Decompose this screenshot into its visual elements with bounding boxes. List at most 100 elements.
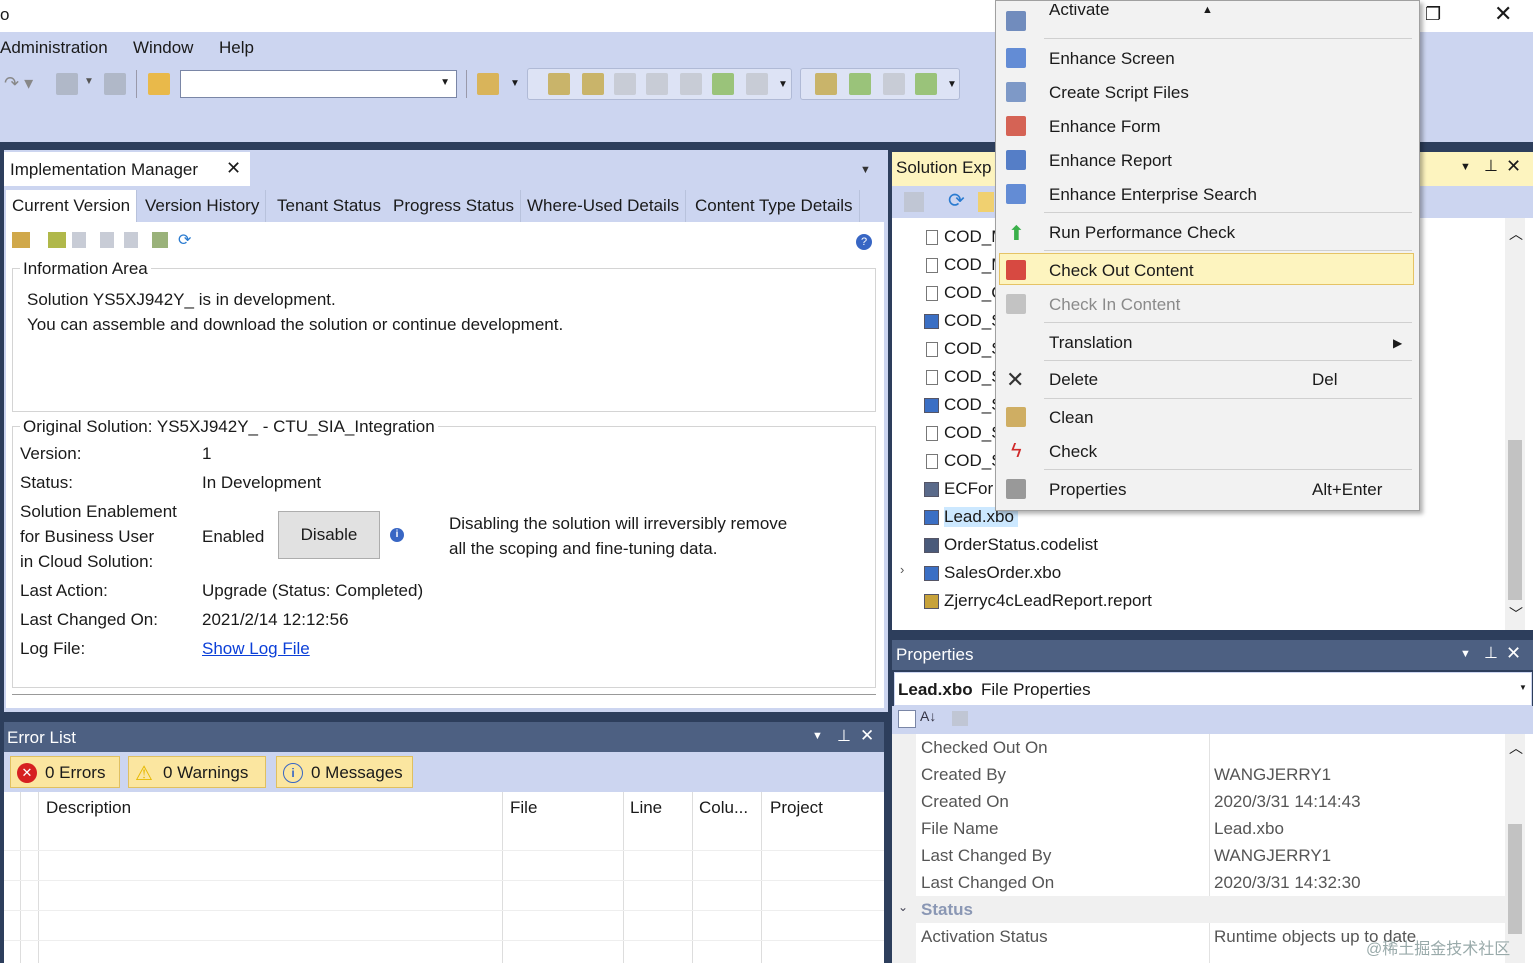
tree-item[interactable]: COD_S: [924, 311, 1003, 331]
pin-icon[interactable]: ⊥: [837, 726, 851, 746]
dropdown-icon[interactable]: ▼: [1460, 161, 1471, 173]
dropdown-icon[interactable]: ▼: [1460, 648, 1471, 660]
panel-dropdown-icon[interactable]: ▼: [860, 164, 871, 176]
context-menu-item[interactable]: Enhance Enterprise Search: [1049, 185, 1257, 205]
context-menu-item[interactable]: Check Out Content: [1049, 261, 1194, 281]
refresh-icon[interactable]: ⟳: [948, 188, 965, 213]
tree-item[interactable]: COD_S: [926, 451, 1003, 471]
messages-filter[interactable]: i 0 Messages: [276, 756, 413, 788]
close-window-icon[interactable]: ✕: [1494, 1, 1512, 27]
search-combo[interactable]: ▼: [180, 70, 457, 98]
open-folder-icon[interactable]: [148, 73, 170, 95]
scrollbar-thumb[interactable]: [1508, 824, 1522, 934]
context-menu-item[interactable]: Create Script Files: [1049, 83, 1189, 103]
pin-icon[interactable]: ⊥: [1484, 643, 1498, 663]
save-all-icon[interactable]: [104, 73, 126, 95]
expand-arrow-icon[interactable]: ›: [900, 562, 904, 577]
close-icon[interactable]: ✕: [1506, 156, 1521, 177]
show-log-file-link[interactable]: Show Log File: [202, 639, 310, 659]
property-name[interactable]: Checked Out On: [921, 738, 1048, 758]
disabled-icon[interactable]: [72, 232, 86, 248]
help-icon[interactable]: ?: [856, 234, 872, 250]
property-name[interactable]: File Name: [921, 819, 998, 839]
context-menu-item[interactable]: Check: [1049, 442, 1097, 462]
property-value[interactable]: 2020/3/31 14:32:30: [1214, 873, 1361, 893]
download-icon[interactable]: [48, 232, 66, 248]
scroll-up-icon[interactable]: ▲: [1202, 4, 1213, 16]
properties-object-selector[interactable]: Lead.xbo File Properties ▼: [894, 672, 1532, 706]
tab-content-type[interactable]: Content Type Details: [689, 190, 860, 222]
edit-icon[interactable]: [548, 73, 570, 95]
tab-where-used[interactable]: Where-Used Details: [521, 190, 687, 222]
property-name[interactable]: Last Changed By: [921, 846, 1051, 866]
collapse-icon[interactable]: [904, 192, 924, 212]
context-menu-item[interactable]: Properties: [1049, 480, 1126, 500]
disable-button[interactable]: Disable: [278, 511, 380, 559]
property-value[interactable]: 2020/3/31 14:14:43: [1214, 792, 1361, 812]
warnings-filter[interactable]: ⚠ 0 Warnings: [128, 756, 266, 788]
errors-filter[interactable]: ✕ 0 Errors: [10, 756, 120, 788]
new-page-icon[interactable]: [152, 232, 168, 248]
tab-current-version[interactable]: Current Version: [6, 190, 138, 222]
tool-icon[interactable]: [680, 73, 702, 95]
info-icon[interactable]: i: [390, 528, 404, 542]
tree-item[interactable]: COD_S: [924, 395, 1003, 415]
sort-az-icon[interactable]: A↓: [920, 708, 936, 724]
collapse-section-icon[interactable]: ⌄: [898, 900, 908, 914]
tab-tenant-status[interactable]: Tenant Status: [271, 190, 388, 222]
settings-icon[interactable]: [746, 73, 768, 95]
context-menu-item[interactable]: Check In Content: [1049, 295, 1180, 315]
tree-item[interactable]: OrderStatus.codelist: [924, 535, 1098, 555]
deploy-icon[interactable]: [815, 73, 837, 95]
tree-item[interactable]: COD_S: [926, 367, 1003, 387]
categorized-icon[interactable]: [898, 710, 916, 728]
property-name[interactable]: Created By: [921, 765, 1006, 785]
column-file[interactable]: File: [510, 798, 537, 818]
implementation-manager-tab[interactable]: Implementation Manager ✕: [4, 152, 250, 186]
chevron-down-icon[interactable]: ▼: [778, 79, 788, 90]
scroll-up-icon[interactable]: ︿: [1509, 738, 1523, 758]
property-value[interactable]: WANGJERRY1: [1214, 765, 1331, 785]
scrollbar-thumb[interactable]: [1508, 440, 1522, 600]
tree-item[interactable]: SalesOrder.xbo: [924, 563, 1061, 583]
property-value[interactable]: WANGJERRY1: [1214, 846, 1331, 866]
context-menu-item[interactable]: Enhance Screen: [1049, 49, 1175, 69]
menu-administration[interactable]: Administration: [0, 38, 108, 58]
solution-icon[interactable]: [477, 73, 499, 95]
scroll-up-icon[interactable]: ︿: [1509, 224, 1523, 244]
property-name[interactable]: Last Changed On: [921, 873, 1054, 893]
form-icon[interactable]: [646, 73, 668, 95]
context-menu-item[interactable]: Translation: [1049, 333, 1132, 353]
tree-item[interactable]: COD_S: [926, 339, 1003, 359]
tree-item[interactable]: COD_S: [926, 423, 1003, 443]
chevron-down-icon[interactable]: ▼: [440, 77, 450, 88]
tab-version-history[interactable]: Version History: [139, 190, 267, 222]
close-icon[interactable]: ✕: [1506, 643, 1521, 664]
context-menu-item[interactable]: Delete: [1049, 370, 1098, 390]
menu-window[interactable]: Window: [133, 38, 193, 58]
pin-icon[interactable]: ⊥: [1484, 156, 1498, 176]
context-menu-item[interactable]: Enhance Form: [1049, 117, 1161, 137]
scrollbar[interactable]: ︿: [1505, 734, 1525, 963]
scrollbar[interactable]: ︿ ﹀: [1505, 218, 1525, 630]
close-tab-icon[interactable]: ✕: [226, 158, 241, 179]
context-menu-item[interactable]: Clean: [1049, 408, 1093, 428]
forward-icon[interactable]: [614, 73, 636, 95]
menu-help[interactable]: Help: [219, 38, 254, 58]
new-item-icon[interactable]: [978, 192, 994, 212]
column-column[interactable]: Colu...: [699, 798, 748, 818]
tree-item[interactable]: Zjerryc4cLeadReport.report: [924, 591, 1152, 611]
scroll-down-icon[interactable]: ﹀: [1509, 604, 1523, 624]
column-project[interactable]: Project: [770, 798, 823, 818]
redo-icon[interactable]: ↷ ▾: [4, 73, 33, 94]
script-icon[interactable]: [582, 73, 604, 95]
disabled-icon[interactable]: [100, 232, 114, 248]
chevron-down-icon[interactable]: ▼: [947, 79, 957, 90]
refresh-icon[interactable]: ⟳: [178, 230, 191, 250]
column-line[interactable]: Line: [630, 798, 662, 818]
context-menu-item[interactable]: Enhance Report: [1049, 151, 1172, 171]
wand-icon[interactable]: [883, 73, 905, 95]
context-menu-item[interactable]: Run Performance Check: [1049, 223, 1235, 243]
property-name[interactable]: Activation Status: [921, 927, 1048, 947]
tab-progress-status[interactable]: Progress Status: [387, 190, 521, 222]
